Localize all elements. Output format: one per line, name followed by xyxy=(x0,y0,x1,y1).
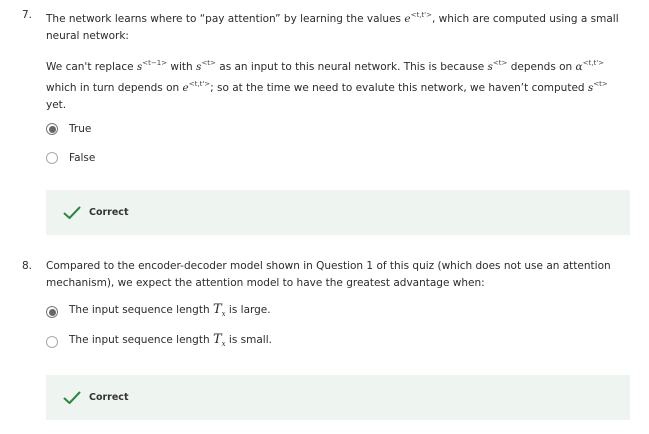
option-label: True xyxy=(69,123,92,135)
question-explanation: We can't replace s<t−1> with s<t> as an … xyxy=(46,59,608,111)
check-icon xyxy=(63,391,81,404)
question-number: 7. xyxy=(22,9,33,21)
option-label: The input sequence length Tx is small. xyxy=(69,332,272,348)
radio-button[interactable] xyxy=(46,152,58,164)
radio-button-selected[interactable] xyxy=(46,306,58,318)
check-icon xyxy=(63,206,81,219)
option-label: False xyxy=(69,152,96,164)
option-label: The input sequence length Tx is large. xyxy=(69,302,271,318)
radio-button[interactable] xyxy=(46,336,58,348)
feedback-text: Correct xyxy=(89,392,129,403)
option-false[interactable]: False xyxy=(46,150,95,166)
question-number: 8. xyxy=(22,260,33,272)
option-large[interactable]: The input sequence length Tx is large. xyxy=(46,302,271,320)
question-stem: Compared to the encoder-decoder model sh… xyxy=(46,260,611,289)
question-stem: The network learns where to “pay attenti… xyxy=(46,7,626,45)
option-small[interactable]: The input sequence length Tx is small. xyxy=(46,332,272,350)
radio-button-selected[interactable] xyxy=(46,123,58,135)
option-true[interactable]: True xyxy=(46,121,91,137)
feedback-text: Correct xyxy=(89,207,129,218)
feedback-correct: Correct xyxy=(46,190,630,235)
feedback-correct: Correct xyxy=(46,375,630,420)
question-stem-line: The network learns where to “pay attenti… xyxy=(46,11,619,42)
